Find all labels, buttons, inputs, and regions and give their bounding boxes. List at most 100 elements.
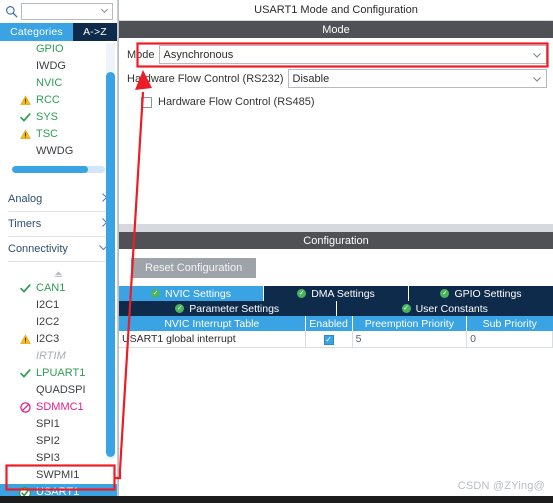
tab-categories[interactable]: Categories <box>0 23 73 41</box>
sidebar-item-i2c1[interactable]: I2C1 <box>0 297 117 314</box>
collapse-handle[interactable] <box>0 268 117 280</box>
sidebar-item-quadspi[interactable]: QUADSPI <box>0 382 117 399</box>
app-root: Categories A->Z GPIO IWDG NVIC RCC SYS TSC WWD… <box>0 0 553 503</box>
mode-select[interactable]: Asynchronous <box>158 45 547 64</box>
sidebar-item-iwdg[interactable]: IWDG <box>0 58 117 75</box>
sidebar-item-wwdg[interactable]: WWDG <box>0 143 117 160</box>
sidebar-group-label: Connectivity <box>8 243 68 255</box>
tab-dma-settings[interactable]: ✓ DMA Settings <box>264 286 409 301</box>
table-body: USART1 global interrupt ✓ 5 0 <box>119 331 553 348</box>
sidebar-search-row <box>0 0 117 23</box>
status-none-icon <box>18 58 32 75</box>
status-none-icon <box>18 433 32 450</box>
flow-control-rs485-row[interactable]: Hardware Flow Control (RS485) <box>125 93 547 111</box>
main-panel: USART1 Mode and Configuration Mode Mode … <box>118 0 553 503</box>
chevron-down-icon[interactable] <box>100 6 109 15</box>
preemption-priority-cell[interactable]: 5 <box>352 331 468 348</box>
check-circle-icon: ✓ <box>401 304 411 313</box>
tab-gpio-settings[interactable]: ✓ GPIO Settings <box>409 286 553 301</box>
warning-icon <box>18 331 32 348</box>
sidebar-item-spi1[interactable]: SPI1 <box>0 416 117 433</box>
mode-select-value: Asynchronous <box>163 48 234 61</box>
search-input[interactable] <box>22 4 112 19</box>
status-none-icon <box>18 382 32 399</box>
blocked-icon <box>18 399 32 416</box>
flow-control-rs485-checkbox[interactable] <box>141 96 152 108</box>
sidebar-item-label: TSC <box>36 128 58 140</box>
sidebar-item-sdmmc1[interactable]: SDMMC1 <box>0 399 117 416</box>
config-tabs-row-2: ✓ Parameter Settings ✓ User Constants <box>119 301 553 316</box>
sidebar-item-label: LPUART1 <box>36 367 86 379</box>
table-header-cell: Sub Priority <box>466 316 553 331</box>
sidebar-item-tsc[interactable]: TSC <box>0 126 117 143</box>
sidebar-item-i2c2[interactable]: I2C2 <box>0 314 117 331</box>
warning-icon <box>18 126 32 143</box>
table-header-cell: NVIC Interrupt Table <box>119 316 306 331</box>
reset-configuration-button[interactable]: Reset Configuration <box>131 258 257 278</box>
peripheral-groups: Analog Timers Connectivity <box>0 187 117 262</box>
sidebar-scrollbar-thumb[interactable] <box>106 72 115 457</box>
configuration-section: Reset Configuration ✓ NVIC Settings ✓ DMA S… <box>119 249 553 348</box>
sidebar-item-label: SWPMI1 <box>36 469 80 481</box>
status-none-icon <box>18 416 32 433</box>
sidebar-group-connectivity[interactable]: Connectivity <box>8 237 109 262</box>
sidebar-item-gpio[interactable]: GPIO <box>0 41 117 58</box>
mode-combo-row: Mode Asynchronous <box>125 44 547 65</box>
sidebar-item-rcc[interactable]: RCC <box>0 92 117 109</box>
check-icon <box>18 109 32 126</box>
tab-user-constants[interactable]: ✓ User Constants <box>336 301 553 316</box>
sidebar-item-label: I2C2 <box>36 316 60 328</box>
tab-a-to-z[interactable]: A->Z <box>73 23 117 41</box>
sidebar-group-analog[interactable]: Analog <box>8 187 109 212</box>
status-none-icon <box>18 348 32 365</box>
sidebar-item-label: CAN1 <box>36 282 66 294</box>
peripheral-list[interactable]: GPIO IWDG NVIC RCC SYS TSC WWDG Analog Timers Co… <box>0 41 117 503</box>
tab-nvic-settings[interactable]: ✓ NVIC Settings <box>119 286 264 301</box>
chevron-down-icon[interactable] <box>528 70 546 87</box>
enabled-checkbox[interactable]: ✓ <box>323 334 334 345</box>
sidebar-item-nvic[interactable]: NVIC <box>0 75 117 92</box>
sidebar-item-label: SDMMC1 <box>36 401 84 413</box>
sidebar-item-lpuart1[interactable]: LPUART1 <box>0 365 117 382</box>
status-none-icon <box>18 143 32 160</box>
tab-parameter-settings[interactable]: ✓ Parameter Settings <box>119 301 337 316</box>
check-circle-icon: ✓ <box>175 304 185 313</box>
status-none-icon <box>18 314 32 331</box>
chevron-down-icon[interactable] <box>528 46 546 63</box>
sidebar-item-label: IWDG <box>36 60 66 72</box>
interrupt-name-cell: USART1 global interrupt <box>119 331 306 348</box>
interrupt-enabled-cell[interactable]: ✓ <box>305 331 353 348</box>
sidebar-group-timers[interactable]: Timers <box>8 212 109 237</box>
table-header-cell: Enabled <box>305 316 353 331</box>
sidebar-item-irtim[interactable]: IRTIM <box>0 348 117 365</box>
sidebar-group-label: Analog <box>8 193 43 205</box>
mode-section: Mode Asynchronous Hardware Flow Control … <box>119 38 553 224</box>
sidebar-item-label: QUADSPI <box>36 384 86 396</box>
sidebar-item-spi3[interactable]: SPI3 <box>0 450 117 467</box>
status-none-icon <box>18 75 32 92</box>
check-circle-icon: ✓ <box>151 289 161 298</box>
table-row[interactable]: USART1 global interrupt ✓ 5 0 <box>119 331 553 348</box>
sidebar-item-i2c3[interactable]: I2C3 <box>0 331 117 348</box>
sidebar-item-label: SPI1 <box>36 418 60 430</box>
sidebar-item-sys[interactable]: SYS <box>0 109 117 126</box>
watermark: CSDN @ZYing@ <box>457 480 545 492</box>
sub-priority-cell[interactable]: 0 <box>466 331 553 348</box>
flow-control-rs232-select[interactable]: Disable <box>287 69 547 88</box>
sidebar-group-label: Timers <box>8 218 42 230</box>
sidebar-item-swpmi1[interactable]: SWPMI1 <box>0 467 117 484</box>
sidebar-item-label: I2C1 <box>36 299 60 311</box>
search-box[interactable] <box>21 3 113 20</box>
sidebar-item-spi2[interactable]: SPI2 <box>0 433 117 450</box>
table-header-row: NVIC Interrupt Table Enabled Preemption Pr… <box>119 316 553 331</box>
bottom-strip <box>0 496 553 503</box>
sidebar-item-label: SPI2 <box>36 435 60 447</box>
warning-icon <box>18 92 32 109</box>
list-progress-bar <box>12 166 89 173</box>
status-none-icon <box>18 41 32 58</box>
sidebar-item-can1[interactable]: CAN1 <box>0 280 117 297</box>
flow-control-rs232-value: Disable <box>292 72 330 85</box>
nvic-interrupt-table: NVIC Interrupt Table Enabled Preemption Pr… <box>119 316 553 348</box>
mode-section-band: Mode <box>119 21 553 38</box>
search-icon <box>4 4 19 19</box>
